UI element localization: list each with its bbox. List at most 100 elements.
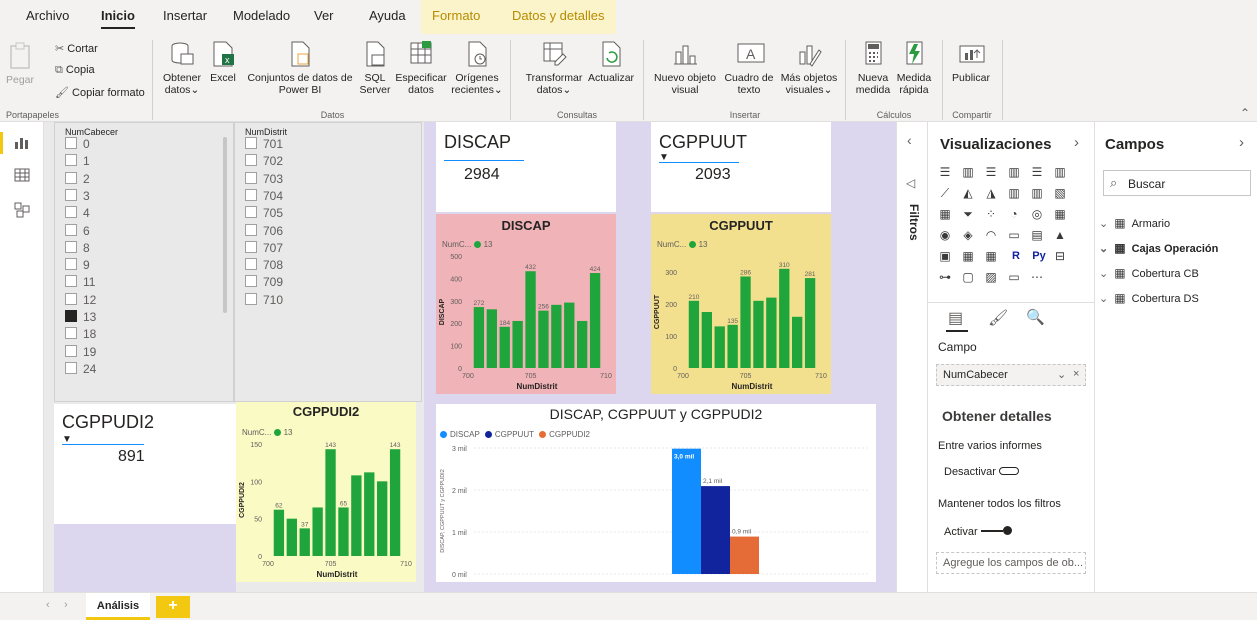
tab-ver[interactable]: Ver (314, 8, 334, 23)
filled-map-icon[interactable]: ◈ (961, 229, 975, 241)
page-next-icon[interactable]: › (64, 599, 68, 611)
slicer-item[interactable]: 9 (65, 258, 90, 272)
refresh-button[interactable]: Actualizar (585, 40, 637, 84)
recent-sources-button[interactable]: Orígenes recientes⌄ (450, 40, 504, 96)
collapse-ribbon-icon[interactable]: ⌃ (1240, 106, 1250, 120)
checkbox[interactable] (245, 188, 257, 201)
kpi-icon[interactable]: ▲ (1053, 229, 1067, 241)
funnel-icon[interactable]: ⏷ (961, 208, 975, 220)
checkbox[interactable] (65, 188, 77, 201)
chevron-down-icon[interactable]: ⌄ (1099, 293, 1108, 305)
chevron-left-icon[interactable]: ‹ (907, 132, 912, 148)
gauge-icon[interactable]: ◠ (984, 229, 998, 241)
analytics-magnifier-icon[interactable]: 🔍 (1026, 308, 1045, 326)
field-table-item[interactable]: ⌄ ▦ Cobertura CB (1099, 266, 1199, 280)
checkbox[interactable] (245, 258, 257, 271)
cross-report-toggle[interactable]: Desactivar (944, 466, 1020, 478)
tab-insertar[interactable]: Insertar (163, 8, 207, 23)
field-table-item[interactable]: ⌄ ▦ Cajas Operación (1099, 241, 1218, 255)
slicer-item[interactable]: 0 (65, 137, 90, 151)
map-icon[interactable]: ◉ (938, 229, 952, 241)
slicer-item[interactable]: 1 (65, 154, 90, 168)
format-paint-roller-icon[interactable]: 🖌 (988, 308, 1008, 328)
checkbox[interactable] (245, 137, 257, 149)
chevron-down-icon[interactable]: ⌄ (1057, 368, 1066, 381)
slicer-item[interactable]: 18 (65, 327, 96, 341)
slicer-numdistrit[interactable]: NumDistrit 701 702 703 704 705 706 707 708 709 71… (234, 122, 422, 402)
report-view-icon[interactable] (14, 136, 30, 153)
smart-narrative-icon[interactable]: ▨ (984, 271, 998, 283)
new-measure-button[interactable]: Nueva medida (852, 40, 894, 96)
chart-cgppuut[interactable]: CGPPUUT NumC... 13 0 100 200 300 CGPPUUT 210 1… (651, 214, 831, 394)
python-visual-icon[interactable]: Py (1030, 250, 1048, 262)
checkbox[interactable] (245, 275, 257, 288)
treemap-icon[interactable]: ▦ (1053, 208, 1067, 220)
get-data-button[interactable]: Obtener datos⌄ (160, 40, 204, 96)
model-view-icon[interactable] (14, 202, 30, 221)
paginated-icon[interactable]: ▭ (1007, 271, 1021, 283)
slicer-item[interactable]: 704 (245, 188, 283, 203)
checkbox[interactable] (65, 137, 77, 149)
slicer-item[interactable]: 6 (65, 223, 90, 238)
checkbox[interactable] (65, 258, 77, 271)
donut-icon[interactable]: ◎ (1030, 208, 1044, 220)
textbox-button[interactable]: A Cuadro de texto (720, 40, 778, 96)
slicer-item[interactable]: 3 (65, 188, 90, 203)
quick-measure-button[interactable]: Medida rápida (894, 40, 934, 96)
clustered-bar-icon[interactable]: ☰ (984, 166, 998, 178)
slicer-item[interactable]: 709 (245, 275, 283, 289)
slicer-item[interactable]: 2 (65, 171, 90, 186)
checkbox[interactable] (245, 223, 257, 236)
checkbox[interactable] (65, 171, 77, 184)
cut-button[interactable]: ✂ Cortar (55, 42, 98, 55)
checkbox[interactable] (245, 206, 257, 219)
tab-inicio[interactable]: Inicio (101, 8, 135, 29)
pie-chart-icon[interactable]: ◔ (1007, 208, 1021, 220)
filters-pane[interactable]: ‹ ◁ Filtros (896, 122, 928, 592)
area-chart-icon[interactable]: ◭ (961, 187, 975, 199)
tab-ayuda[interactable]: Ayuda (369, 8, 406, 23)
publish-button[interactable]: Publicar (948, 40, 994, 84)
slicer-icon[interactable]: ▣ (938, 250, 952, 262)
slicer-item[interactable]: 702 (245, 154, 283, 168)
field-table-item[interactable]: ⌄ ▦ Armario (1099, 216, 1170, 230)
checkbox[interactable] (65, 344, 77, 357)
chevron-right-icon[interactable]: › (1239, 134, 1244, 151)
tab-datos-y-detalles[interactable]: Datos y detalles (512, 8, 605, 23)
slicer-item[interactable]: 701 (245, 137, 283, 151)
sql-server-button[interactable]: SQL Server (358, 40, 392, 96)
add-page-button[interactable]: + (156, 596, 190, 618)
more-visuals-button[interactable]: Más objetos visuales⌄ (778, 40, 840, 96)
decomposition-tree-icon[interactable]: ⊶ (938, 271, 952, 283)
stacked-bar-icon[interactable]: ☰ (938, 166, 952, 178)
slicer-item[interactable]: 13 (65, 310, 96, 324)
keep-filters-toggle[interactable]: Activar (944, 526, 1012, 538)
field-table-item[interactable]: ⌄ ▦ Cobertura DS (1099, 291, 1199, 305)
slicer-item[interactable]: 705 (245, 206, 283, 220)
tab-formato[interactable]: Formato (432, 8, 480, 23)
card-icon[interactable]: ▭ (1007, 229, 1021, 241)
chevron-down-icon[interactable]: ⌄ (1099, 243, 1108, 255)
page-tab-analisis[interactable]: Análisis (86, 593, 150, 620)
checkbox[interactable] (65, 154, 77, 167)
tab-archivo[interactable]: Archivo (26, 8, 69, 23)
fields-search-input[interactable]: ⌕ Buscar (1103, 170, 1251, 196)
card-discap[interactable]: DISCAP 2984 (436, 122, 616, 212)
chevron-right-icon[interactable]: › (1074, 134, 1079, 151)
slicer-item[interactable]: 710 (245, 292, 283, 307)
scatter-icon[interactable]: ⁘ (984, 208, 998, 220)
slicer-item[interactable]: 8 (65, 240, 90, 255)
checkbox[interactable] (65, 310, 77, 322)
slicer-item[interactable]: 11 (65, 275, 95, 289)
slicer-item[interactable]: 706 (245, 223, 283, 238)
chevron-down-icon[interactable]: ⌄ (1099, 218, 1108, 230)
checkbox[interactable] (245, 292, 257, 305)
campo-well[interactable]: NumCabecer ⌄ × (936, 364, 1086, 386)
checkbox[interactable] (65, 361, 77, 374)
page-prev-icon[interactable]: ‹ (46, 599, 50, 611)
remove-field-icon[interactable]: × (1073, 368, 1079, 380)
fields-well-icon[interactable]: ▤ (948, 308, 963, 328)
ribbon-chart-icon[interactable]: ▧ (1053, 187, 1067, 199)
checkbox[interactable] (65, 223, 77, 236)
matrix-icon[interactable]: ▦ (984, 250, 998, 262)
